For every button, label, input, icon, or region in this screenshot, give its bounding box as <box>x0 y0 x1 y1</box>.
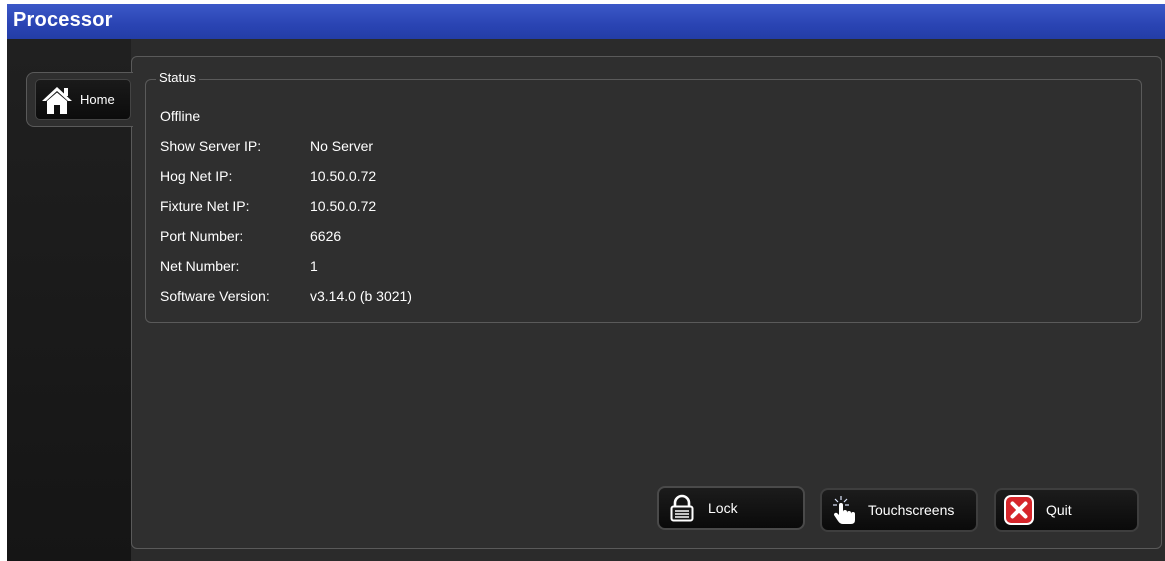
quit-button[interactable]: Quit <box>994 488 1139 532</box>
window-title: Processor <box>13 9 113 31</box>
status-value: 1 <box>310 258 318 274</box>
status-value: v3.14.0 (b 3021) <box>310 288 412 304</box>
touch-hand-icon <box>833 496 855 524</box>
lock-icon <box>670 494 694 522</box>
status-label: Hog Net IP: <box>160 168 233 184</box>
tab-home[interactable]: Home <box>26 72 133 127</box>
home-panel: Status Offline Show Server IP: No Server… <box>131 56 1162 549</box>
lock-button-label: Lock <box>708 500 738 516</box>
status-label: Fixture Net IP: <box>160 198 250 214</box>
title-bar[interactable]: Processor <box>7 4 1165 39</box>
window-body: Home Status Offline Show Server IP: No S… <box>7 39 1165 561</box>
status-value: 10.50.0.72 <box>310 168 377 184</box>
tab-home-button[interactable]: Home <box>35 79 131 120</box>
lock-button[interactable]: Lock <box>657 486 805 530</box>
status-group: Status Offline Show Server IP: No Server… <box>145 70 1142 323</box>
processor-window: Processor Home Status Offline Show Serve… <box>7 4 1165 561</box>
status-value: 10.50.0.72 <box>310 198 377 214</box>
home-icon <box>42 87 72 114</box>
status-label: Software Version: <box>160 288 270 304</box>
quit-button-label: Quit <box>1046 502 1072 518</box>
status-value: 6626 <box>310 228 342 244</box>
tab-home-label: Home <box>80 92 115 107</box>
touchscreens-button[interactable]: Touchscreens <box>820 488 978 532</box>
status-label: Show Server IP: <box>160 138 262 154</box>
status-label: Net Number: <box>160 258 240 274</box>
connection-state: Offline <box>160 108 201 124</box>
close-x-icon <box>1004 495 1034 525</box>
status-value: No Server <box>310 138 374 154</box>
touchscreens-button-label: Touchscreens <box>868 502 955 518</box>
status-legend: Status <box>156 70 199 85</box>
status-label: Port Number: <box>160 228 244 244</box>
